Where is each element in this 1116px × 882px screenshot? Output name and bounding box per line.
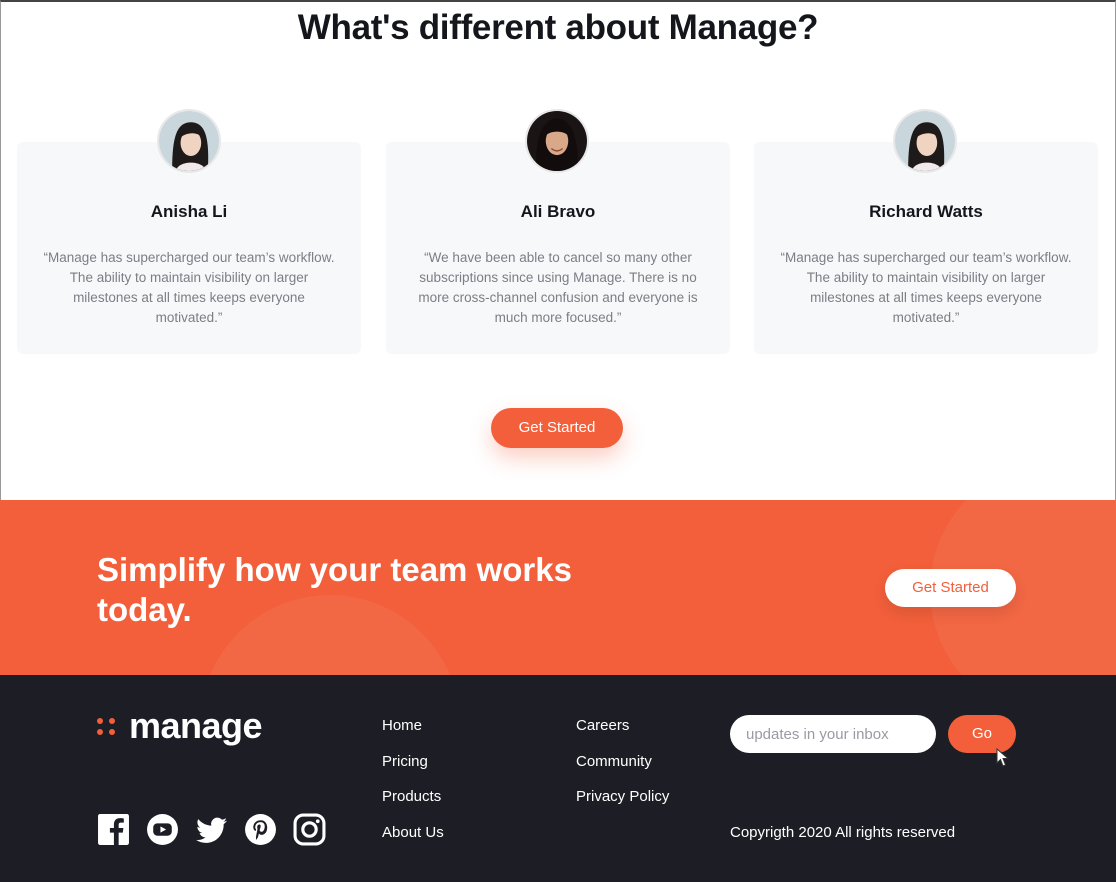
- logo-text: manage: [129, 705, 263, 746]
- testimonial-name: Ali Bravo: [520, 202, 596, 221]
- cta-heading: Simplify how your team works today.: [97, 551, 572, 628]
- instagram-icon[interactable]: [293, 813, 326, 846]
- footer-link-home[interactable]: Home: [382, 716, 444, 752]
- footer-link-careers[interactable]: Careers: [576, 716, 669, 752]
- footer-nav-primary: Home Pricing Products About Us: [382, 716, 444, 858]
- twitter-icon[interactable]: [195, 813, 228, 846]
- newsletter-email-input[interactable]: [730, 715, 936, 753]
- footer-link-about-us[interactable]: About Us: [382, 823, 444, 859]
- testimonial-card: Ali Bravo “We have been able to cancel s…: [386, 142, 730, 354]
- footer-link-community[interactable]: Community: [576, 752, 669, 788]
- avatar: [157, 109, 221, 173]
- mouse-cursor-icon: [996, 748, 1010, 767]
- testimonial-quote: “Manage has supercharged our team’s work…: [780, 250, 1072, 325]
- get-started-button[interactable]: Get Started: [491, 408, 623, 448]
- logo[interactable]: manage: [97, 705, 263, 746]
- pinterest-icon[interactable]: [244, 813, 277, 846]
- logo-mark-icon: [97, 714, 119, 738]
- testimonial-card: Anisha Li “Manage has supercharged our t…: [17, 142, 361, 354]
- avatar: [893, 109, 957, 173]
- social-links: [97, 813, 326, 846]
- section-title: What's different about Manage?: [297, 8, 819, 47]
- testimonial-quote: “Manage has supercharged our team’s work…: [43, 250, 335, 325]
- testimonial-name: Anisha Li: [150, 202, 228, 221]
- testimonial-card: Richard Watts “Manage has supercharged o…: [754, 142, 1098, 354]
- cta-get-started-button[interactable]: Get Started: [885, 569, 1016, 607]
- youtube-icon[interactable]: [146, 813, 179, 846]
- avatar: [525, 109, 589, 173]
- testimonial-name: Richard Watts: [869, 202, 983, 221]
- footer-nav-secondary: Careers Community Privacy Policy: [576, 716, 669, 823]
- footer-link-pricing[interactable]: Pricing: [382, 752, 444, 788]
- facebook-icon[interactable]: [97, 813, 130, 846]
- copyright-text: Copyrigth 2020 All rights reserved: [730, 824, 956, 841]
- footer: manage Home Pricing Products About Us Ca…: [0, 675, 1116, 882]
- footer-link-privacy-policy[interactable]: Privacy Policy: [576, 787, 669, 823]
- page: What's different about Manage? Anisha Li…: [0, 0, 1116, 882]
- testimonial-quote: “We have been able to cancel so many oth…: [418, 250, 698, 325]
- footer-link-products[interactable]: Products: [382, 787, 444, 823]
- testimonials-section: What's different about Manage? Anisha Li…: [0, 0, 1116, 500]
